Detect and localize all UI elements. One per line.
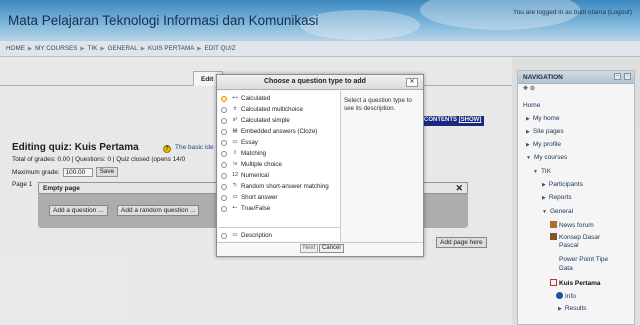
question-type-label: Numerical xyxy=(241,172,269,179)
question-type-option[interactable]: 12 Numerical xyxy=(218,170,341,181)
question-type-option[interactable]: x² Calculated simple xyxy=(218,115,341,126)
question-type-option[interactable]: ⁝≡ Multiple choice xyxy=(218,159,341,170)
random-short-answer-icon: ?: xyxy=(232,183,238,189)
question-type-label: Calculated simple xyxy=(241,117,290,124)
numerical-icon: 12 xyxy=(231,172,239,178)
dialog-header: Choose a question type to add ✕ xyxy=(217,75,423,90)
cancel-button[interactable]: Cancel xyxy=(319,244,344,253)
radio-button[interactable] xyxy=(221,183,227,190)
question-type-option[interactable]: ▤ Embedded answers (Cloze) xyxy=(218,126,341,137)
next-button[interactable]: Next xyxy=(300,244,319,253)
matching-icon: ⁞⁞ xyxy=(233,150,237,156)
list-divider xyxy=(218,227,341,228)
radio-button[interactable] xyxy=(221,106,227,113)
question-type-option[interactable]: ⁞⁞ Matching xyxy=(218,148,341,159)
question-type-option[interactable]: ± Calculated multichoice xyxy=(218,104,341,115)
radio-button[interactable] xyxy=(221,194,227,201)
dialog-title: Choose a question type to add xyxy=(264,78,366,85)
question-type-dialog: Choose a question type to add ✕ +÷ Calcu… xyxy=(216,74,424,257)
dialog-footer: Next Cancel xyxy=(217,242,423,256)
question-type-option[interactable]: ?: Random short-answer matching xyxy=(218,181,341,192)
multiple-choice-icon: ⁝≡ xyxy=(232,161,238,167)
cloze-icon: ▤ xyxy=(232,128,238,134)
question-type-option[interactable]: ▭ Description xyxy=(218,230,341,241)
question-type-label: Random short-answer matching xyxy=(241,183,329,190)
question-type-label: Calculated xyxy=(241,95,271,102)
question-type-list: +÷ Calculated ± Calculated multichoice x… xyxy=(218,91,341,241)
calculated-simple-icon: x² xyxy=(232,117,238,123)
radio-button[interactable] xyxy=(221,128,227,135)
description-icon: ▭ xyxy=(232,232,238,238)
radio-button[interactable] xyxy=(221,161,227,168)
radio-button[interactable] xyxy=(221,172,227,179)
calculated-multichoice-icon: ± xyxy=(233,106,237,112)
essay-icon: ▭ xyxy=(232,139,238,145)
question-type-label: True/False xyxy=(241,205,271,212)
question-type-label: Description xyxy=(241,232,272,239)
close-icon[interactable]: ✕ xyxy=(406,78,418,87)
question-type-label: Embedded answers (Cloze) xyxy=(241,128,318,135)
question-type-description: Select a question type to see its descri… xyxy=(344,97,412,112)
short-answer-icon: ▭ xyxy=(232,194,238,200)
radio-button[interactable] xyxy=(221,205,227,212)
question-type-label: Short answer xyxy=(241,194,278,201)
question-type-option[interactable]: ▭ Short answer xyxy=(218,192,341,203)
radio-button[interactable] xyxy=(221,150,227,157)
radio-button[interactable] xyxy=(221,117,227,124)
question-type-label: Matching xyxy=(241,150,267,157)
radio-button[interactable] xyxy=(221,232,227,239)
question-type-label: Essay xyxy=(241,139,258,146)
question-type-option[interactable]: •– True/False xyxy=(218,203,341,214)
radio-button[interactable] xyxy=(221,139,227,146)
calculated-icon: +÷ xyxy=(231,95,239,101)
question-type-option[interactable]: ▭ Essay xyxy=(218,137,341,148)
radio-button[interactable] xyxy=(221,95,227,102)
question-type-option[interactable]: +÷ Calculated xyxy=(218,93,341,104)
true-false-icon: •– xyxy=(232,205,238,211)
question-type-label: Multiple choice xyxy=(241,161,282,168)
question-type-label: Calculated multichoice xyxy=(241,106,303,113)
